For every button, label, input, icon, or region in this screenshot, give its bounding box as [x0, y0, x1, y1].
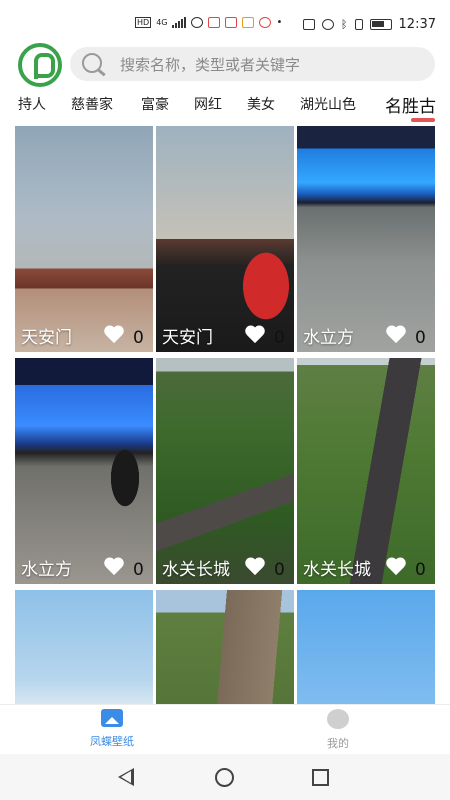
wallpaper-card[interactable]: 天安门 0	[156, 126, 294, 352]
status-right: ᛒ 12:37	[302, 17, 436, 32]
app-logo-icon	[18, 43, 62, 87]
signal-icon	[172, 17, 187, 28]
image-icon	[101, 709, 123, 727]
message-icon	[259, 17, 272, 28]
bottom-nav: 凤蝶壁纸 我的	[0, 704, 450, 754]
wallpaper-card[interactable]: 水立方 0	[15, 358, 153, 584]
tab-rich[interactable]: 富豪	[141, 94, 169, 114]
card-title: 天安门	[21, 328, 72, 348]
search-bar[interactable]: 搜索名称，类型或者关键字	[70, 47, 435, 81]
back-icon[interactable]	[118, 768, 134, 786]
wallpaper-card[interactable]	[156, 590, 294, 704]
notification-icon	[242, 17, 255, 28]
system-nav-bar	[0, 754, 450, 800]
nav-wallpaper[interactable]: 凤蝶壁纸	[67, 709, 157, 749]
notification-icon	[208, 17, 221, 28]
header: 搜索名称，类型或者关键字	[0, 42, 450, 88]
tab-landmarks[interactable]: 名胜古	[385, 92, 436, 117]
qq-icon	[191, 17, 204, 28]
nav-label: 我的	[327, 737, 349, 750]
tab-philanthropist[interactable]: 慈善家	[71, 94, 113, 114]
nav-label: 凤蝶壁纸	[90, 735, 134, 748]
notification-icon	[225, 17, 238, 28]
wallpaper-grid: 天安门 0 天安门 0 水立方 0 水立方 0 水关长城 0 水关长城 0	[15, 126, 435, 704]
card-title: 水立方	[21, 560, 72, 580]
network-type: 4G	[156, 18, 168, 27]
like-count: 0	[415, 328, 426, 348]
wallpaper-card[interactable]: 天安门 0	[15, 126, 153, 352]
search-input[interactable]: 搜索名称，类型或者关键字	[120, 54, 300, 75]
heart-icon[interactable]	[385, 558, 407, 576]
home-icon[interactable]	[215, 768, 234, 787]
vibrate-icon	[354, 19, 363, 30]
heart-icon[interactable]	[244, 326, 266, 344]
wallpaper-card[interactable]: 水关长城 0	[156, 358, 294, 584]
tab-host[interactable]: 持人	[18, 94, 46, 114]
card-title: 水立方	[303, 328, 354, 348]
battery-icon	[369, 19, 392, 30]
status-bar: HD 4G • ᛒ 12:37	[0, 0, 450, 42]
more-icon: •	[276, 17, 283, 28]
tab-landscape[interactable]: 湖光山色	[300, 94, 356, 114]
hd-indicator: HD	[135, 17, 152, 28]
wallpaper-card[interactable]: 水关长城 0	[297, 358, 435, 584]
tab-beauty[interactable]: 美女	[247, 94, 275, 114]
like-count: 0	[133, 560, 144, 580]
card-title: 水关长城	[162, 560, 230, 580]
category-tabs: 持人 慈善家 富豪 网红 美女 湖光山色 名胜古	[0, 88, 450, 124]
like-count: 0	[274, 560, 285, 580]
like-count: 0	[133, 328, 144, 348]
heart-icon[interactable]	[244, 558, 266, 576]
profile-icon	[327, 709, 349, 729]
heart-icon[interactable]	[103, 326, 125, 344]
tab-influencer[interactable]: 网红	[194, 94, 222, 114]
nfc-icon	[302, 19, 315, 30]
wallpaper-card[interactable]	[15, 590, 153, 704]
card-title: 水关长城	[303, 560, 371, 580]
alarm-icon	[321, 19, 334, 30]
search-icon	[82, 53, 108, 75]
clock: 12:37	[398, 17, 436, 32]
tab-indicator	[411, 118, 435, 122]
like-count: 0	[415, 560, 426, 580]
nav-profile[interactable]: 我的	[293, 709, 383, 751]
like-count: 0	[274, 328, 285, 348]
recents-icon[interactable]	[312, 769, 329, 786]
heart-icon[interactable]	[103, 558, 125, 576]
wallpaper-card[interactable]: 水立方 0	[297, 126, 435, 352]
status-left: HD 4G •	[135, 17, 282, 28]
card-title: 天安门	[162, 328, 213, 348]
bluetooth-icon: ᛒ	[340, 18, 348, 31]
wallpaper-card[interactable]	[297, 590, 435, 704]
heart-icon[interactable]	[385, 326, 407, 344]
